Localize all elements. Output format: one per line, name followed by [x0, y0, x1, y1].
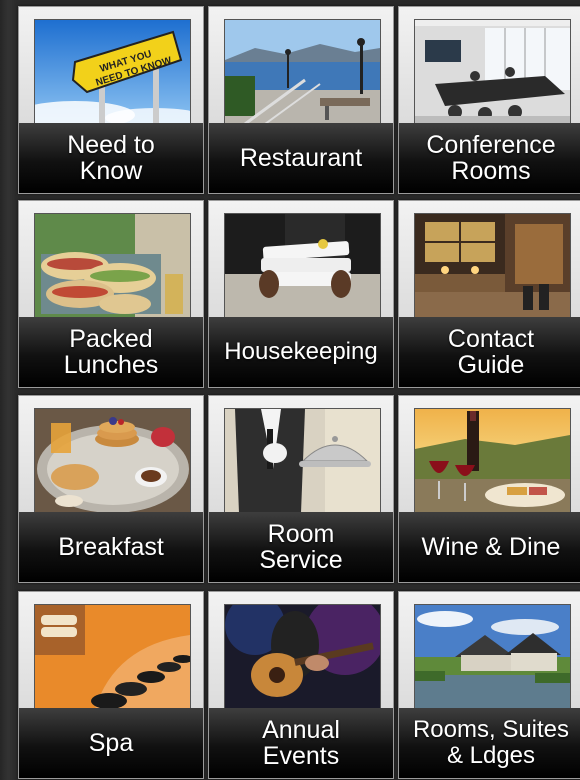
towels-icon: [224, 213, 381, 319]
tile-label: Restaurant: [239, 144, 363, 172]
terrace-icon: [224, 19, 381, 125]
tile-caption: Need to Know: [19, 123, 203, 193]
tile-label: Housekeeping: [224, 338, 378, 365]
tile-housekeeping[interactable]: Housekeeping: [208, 200, 394, 388]
tile-caption: Conference Rooms: [399, 123, 580, 193]
tile-label: Spa: [88, 729, 134, 757]
lodge-icon: [414, 604, 571, 710]
menu-grid: WHAT YOU NEED TO KNOW Need to Know Resta…: [0, 0, 580, 780]
tile-need-to-know[interactable]: WHAT YOU NEED TO KNOW Need to Know: [18, 6, 204, 194]
tile-spa[interactable]: Spa: [18, 591, 204, 779]
tile-label: Need to Know: [67, 131, 155, 185]
lobby-icon: [414, 213, 571, 319]
tile-caption: Packed Lunches: [19, 317, 203, 387]
tile-caption: Room Service: [209, 512, 393, 582]
tile-wine-and-dine[interactable]: Wine & Dine: [398, 395, 580, 583]
tile-caption: Contact Guide: [399, 317, 580, 387]
guitar-icon: [224, 604, 381, 710]
tile-breakfast[interactable]: Breakfast: [18, 395, 204, 583]
tile-caption: Annual Events: [209, 708, 393, 778]
tile-annual-events[interactable]: Annual Events: [208, 591, 394, 779]
wine-icon: [414, 408, 571, 514]
tile-label: Packed Lunches: [63, 325, 159, 379]
tile-room-service[interactable]: Room Service: [208, 395, 394, 583]
breakfast-icon: [34, 408, 191, 514]
tile-packed-lunches[interactable]: Packed Lunches: [18, 200, 204, 388]
tile-label: Room Service: [259, 520, 343, 574]
tile-label: Contact Guide: [447, 325, 535, 379]
tile-label: Rooms, Suites & Ldges: [412, 716, 570, 769]
tile-caption: Breakfast: [19, 512, 203, 582]
tile-rooms-suites-lodges[interactable]: Rooms, Suites & Ldges: [398, 591, 580, 779]
tile-restaurant[interactable]: Restaurant: [208, 6, 394, 194]
tile-conference-rooms[interactable]: Conference Rooms: [398, 6, 580, 194]
tile-caption: Wine & Dine: [399, 512, 580, 582]
sign-icon: WHAT YOU NEED TO KNOW: [34, 19, 191, 125]
tile-caption: Spa: [19, 708, 203, 778]
sandwich-icon: [34, 213, 191, 319]
tile-caption: Restaurant: [209, 123, 393, 193]
tile-caption: Rooms, Suites & Ldges: [399, 708, 580, 778]
spa-stones-icon: [34, 604, 191, 710]
conference-icon: [414, 19, 571, 125]
tile-label: Conference Rooms: [426, 131, 556, 185]
waiter-icon: [224, 408, 381, 514]
tile-label: Annual Events: [262, 716, 340, 770]
tile-contact-guide[interactable]: Contact Guide: [398, 200, 580, 388]
tile-label: Wine & Dine: [421, 533, 561, 561]
tile-caption: Housekeeping: [209, 317, 393, 387]
tile-label: Breakfast: [58, 533, 164, 561]
